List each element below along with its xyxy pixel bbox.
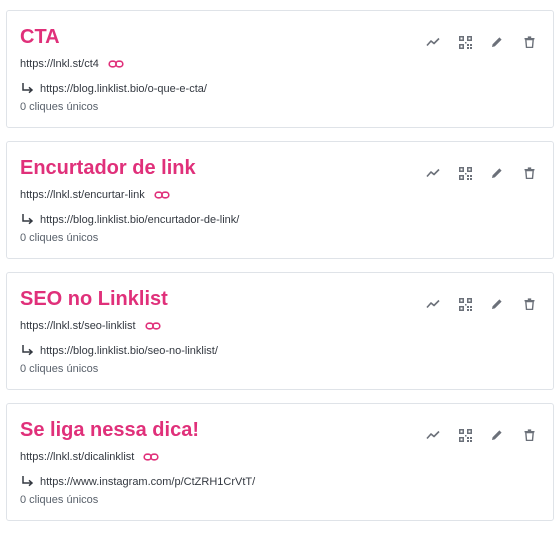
pencil-icon bbox=[492, 430, 502, 440]
qr-code-icon bbox=[458, 166, 472, 180]
chart-icon bbox=[426, 299, 440, 309]
short-url-row: https://lnkl.st/dicalinklist bbox=[20, 451, 159, 463]
card-actions bbox=[417, 294, 545, 314]
qr-code-icon bbox=[458, 428, 472, 442]
edit-button[interactable] bbox=[481, 32, 513, 52]
link-icon[interactable] bbox=[154, 189, 170, 201]
short-url[interactable]: https://lnkl.st/encurtar-link bbox=[20, 189, 145, 201]
stats-button[interactable] bbox=[417, 163, 449, 183]
unique-clicks-count: 0 cliques únicos bbox=[20, 494, 99, 506]
short-url[interactable]: https://lnkl.st/dicalinklist bbox=[20, 451, 134, 463]
arrow-down-right-icon bbox=[21, 82, 34, 96]
destination-url[interactable]: https://blog.linklist.bio/seo-no-linklis… bbox=[40, 345, 218, 357]
short-url[interactable]: https://lnkl.st/ct4 bbox=[20, 58, 99, 70]
delete-button[interactable] bbox=[513, 425, 545, 445]
destination-url[interactable]: https://blog.linklist.bio/encurtador-de-… bbox=[40, 214, 239, 226]
destination-row: https://www.instagram.com/p/CtZRH1CrVtT/ bbox=[21, 475, 255, 489]
link-title: Se liga nessa dica! bbox=[20, 419, 199, 441]
delete-button[interactable] bbox=[513, 32, 545, 52]
chart-icon bbox=[426, 430, 440, 440]
short-url[interactable]: https://lnkl.st/seo-linklist bbox=[20, 320, 136, 332]
trash-icon bbox=[524, 429, 534, 441]
arrow-down-right-icon bbox=[21, 213, 34, 227]
link-icon[interactable] bbox=[144, 320, 161, 332]
edit-button[interactable] bbox=[481, 294, 513, 314]
pencil-icon bbox=[492, 168, 502, 178]
edit-button[interactable] bbox=[481, 425, 513, 445]
unique-clicks-count: 0 cliques únicos bbox=[20, 232, 99, 244]
link-card: Encurtador de link https://lnkl.st/encur… bbox=[6, 141, 554, 259]
qr-code-button[interactable] bbox=[449, 163, 481, 183]
link-title: CTA bbox=[20, 26, 60, 48]
short-url-row: https://lnkl.st/ct4 bbox=[20, 58, 124, 70]
destination-url[interactable]: https://blog.linklist.bio/o-que-e-cta/ bbox=[40, 83, 207, 95]
qr-code-button[interactable] bbox=[449, 425, 481, 445]
link-card: SEO no Linklist https://lnkl.st/seo-link… bbox=[6, 272, 554, 390]
destination-row: https://blog.linklist.bio/seo-no-linklis… bbox=[21, 344, 218, 358]
qr-code-icon bbox=[458, 35, 472, 49]
short-url-row: https://lnkl.st/encurtar-link bbox=[20, 189, 170, 201]
link-card: CTA https://lnkl.st/ct4 https://blog.lin… bbox=[6, 10, 554, 128]
stats-button[interactable] bbox=[417, 425, 449, 445]
arrow-down-right-icon bbox=[21, 344, 34, 358]
destination-url[interactable]: https://www.instagram.com/p/CtZRH1CrVtT/ bbox=[40, 476, 255, 488]
trash-icon bbox=[524, 36, 534, 48]
short-url-row: https://lnkl.st/seo-linklist bbox=[20, 320, 161, 332]
link-icon[interactable] bbox=[108, 58, 124, 70]
chart-icon bbox=[426, 168, 440, 178]
stats-button[interactable] bbox=[417, 294, 449, 314]
link-card: Se liga nessa dica! https://lnkl.st/dica… bbox=[6, 403, 554, 521]
qr-code-button[interactable] bbox=[449, 294, 481, 314]
edit-button[interactable] bbox=[481, 163, 513, 183]
unique-clicks-count: 0 cliques únicos bbox=[20, 363, 99, 375]
link-title: Encurtador de link bbox=[20, 157, 196, 179]
unique-clicks-count: 0 cliques únicos bbox=[20, 101, 99, 113]
delete-button[interactable] bbox=[513, 294, 545, 314]
card-actions bbox=[417, 32, 545, 52]
trash-icon bbox=[524, 167, 534, 179]
trash-icon bbox=[524, 298, 534, 310]
stats-button[interactable] bbox=[417, 32, 449, 52]
card-actions bbox=[417, 163, 545, 183]
destination-row: https://blog.linklist.bio/encurtador-de-… bbox=[21, 213, 239, 227]
link-icon[interactable] bbox=[143, 451, 159, 463]
qr-code-icon bbox=[458, 297, 472, 311]
delete-button[interactable] bbox=[513, 163, 545, 183]
card-actions bbox=[417, 425, 545, 445]
link-title: SEO no Linklist bbox=[20, 288, 168, 310]
qr-code-button[interactable] bbox=[449, 32, 481, 52]
chart-icon bbox=[426, 37, 440, 47]
pencil-icon bbox=[492, 299, 502, 309]
arrow-down-right-icon bbox=[21, 475, 34, 489]
pencil-icon bbox=[492, 37, 502, 47]
destination-row: https://blog.linklist.bio/o-que-e-cta/ bbox=[21, 82, 207, 96]
